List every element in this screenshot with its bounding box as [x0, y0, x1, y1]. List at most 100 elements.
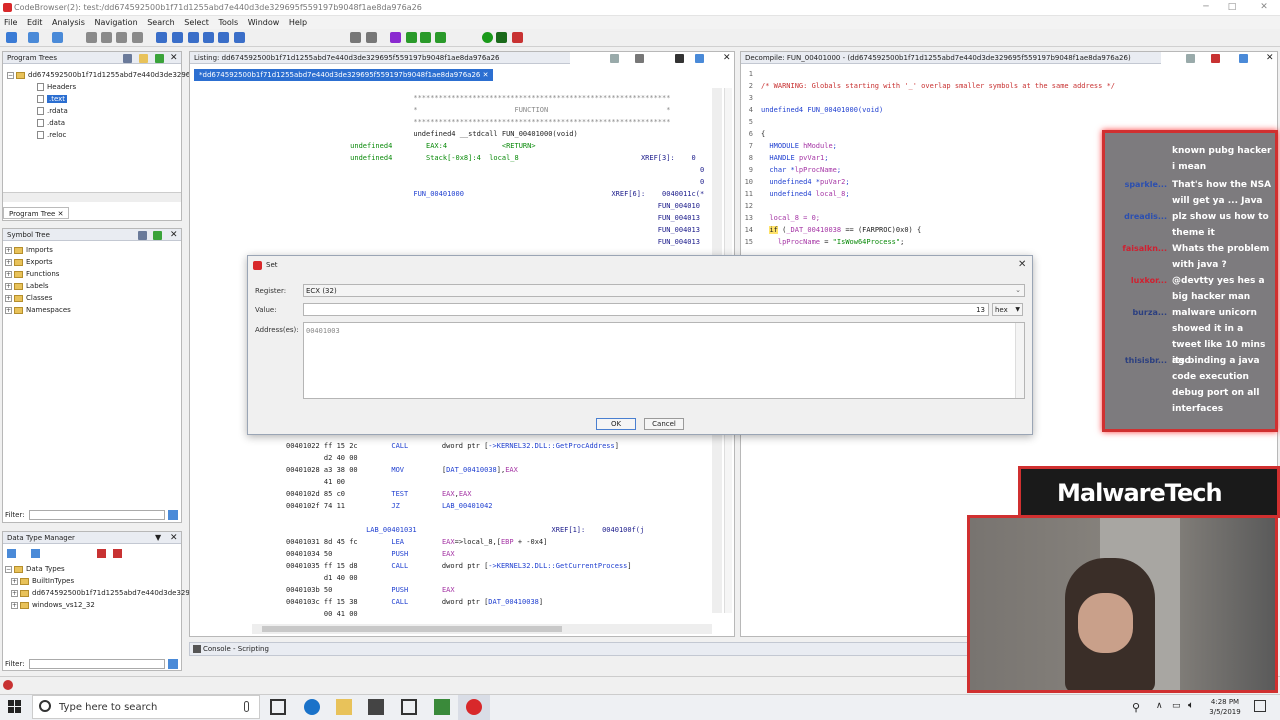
symbol-classes[interactable]: + Classes — [5, 294, 52, 302]
scroll-thumb[interactable] — [262, 626, 562, 632]
nav-icon[interactable] — [116, 32, 127, 43]
green-tool-icon[interactable] — [420, 32, 431, 43]
redo-icon[interactable] — [366, 32, 377, 43]
menu-window[interactable]: Window — [244, 16, 283, 27]
register-select[interactable]: ECX (32) ⌄ — [303, 284, 1025, 297]
expand-icon[interactable]: + — [11, 601, 18, 609]
people-icon[interactable]: ⚲ — [1132, 701, 1140, 714]
tree-item-text[interactable]: .text — [37, 95, 68, 103]
close-icon[interactable]: ✕ — [483, 71, 489, 79]
mail-icon[interactable] — [401, 699, 417, 715]
vertical-scrollbar[interactable] — [1015, 323, 1024, 398]
listing-tool-icon[interactable] — [610, 54, 619, 63]
tray-chevron-icon[interactable]: ∧ — [1156, 701, 1163, 711]
undo-icon[interactable] — [350, 32, 361, 43]
minimize-button[interactable]: ─ — [1196, 2, 1216, 14]
expand-icon[interactable]: + — [5, 270, 12, 278]
volume-icon[interactable]: 🔈︎ — [1188, 700, 1194, 711]
expand-icon[interactable]: + — [5, 258, 12, 266]
refresh-icon[interactable] — [155, 54, 164, 63]
tree-item-reloc[interactable]: .reloc — [37, 131, 66, 139]
dtm-item-program[interactable]: + dd674592500b1f71d1255abd7e440d3de3296 — [11, 589, 194, 597]
task-view-icon[interactable] — [270, 699, 286, 715]
symbol-filter-input[interactable] — [29, 510, 165, 520]
nav-icon[interactable] — [132, 32, 143, 43]
ok-button[interactable]: OK — [596, 418, 636, 430]
close-icon[interactable]: ✕ — [1266, 54, 1275, 63]
expand-icon[interactable]: + — [11, 577, 18, 585]
expand-icon[interactable]: + — [5, 294, 12, 302]
menu-analysis[interactable]: Analysis — [48, 16, 88, 27]
save-icon[interactable] — [6, 32, 17, 43]
file-explorer-icon[interactable] — [336, 699, 352, 715]
function-icon[interactable] — [234, 32, 245, 43]
tab-program-tree[interactable]: Program Tree ✕ — [3, 207, 70, 219]
listing-tool-icon[interactable] — [635, 54, 644, 63]
instruction-icon[interactable] — [172, 32, 183, 43]
tree-item-data[interactable]: .data — [37, 119, 65, 127]
close-icon[interactable]: ✕ — [170, 54, 179, 63]
horizontal-scrollbar[interactable] — [3, 192, 181, 202]
expand-icon[interactable]: + — [11, 589, 18, 597]
forward-icon[interactable] — [52, 32, 63, 43]
symbol-exports[interactable]: + Exports — [5, 258, 53, 266]
tree-item-rdata[interactable]: .rdata — [37, 107, 68, 115]
format-select[interactable]: hex ▼ — [992, 303, 1023, 316]
menu-edit[interactable]: Edit — [23, 16, 46, 27]
expand-icon[interactable]: + — [5, 282, 12, 290]
close-button[interactable]: ✕ — [1254, 2, 1274, 14]
down-arrow-icon[interactable] — [156, 32, 167, 43]
label-icon[interactable] — [218, 32, 229, 43]
symbol-functions[interactable]: + Functions — [5, 270, 59, 278]
expand-icon[interactable]: + — [5, 306, 12, 314]
collapse-icon[interactable]: − — [7, 71, 14, 79]
tab-listing-program[interactable]: *dd674592500b1f71d1255abd7e440d3de329695… — [194, 69, 494, 81]
dtm-item-builtin[interactable]: + BuiltInTypes — [11, 577, 74, 585]
app-icon[interactable] — [434, 699, 450, 715]
tree-item-headers[interactable]: Headers — [37, 83, 76, 91]
ghidra-icon[interactable] — [466, 699, 482, 715]
debug-icon[interactable] — [512, 32, 523, 43]
data-icon[interactable] — [188, 32, 199, 43]
undefined-icon[interactable] — [203, 32, 214, 43]
tree-tool-icon[interactable] — [138, 231, 147, 240]
menu-icon[interactable]: ▼ — [155, 534, 164, 543]
close-icon[interactable]: ✕ — [170, 534, 179, 543]
refresh-icon[interactable] — [153, 231, 162, 240]
back-icon[interactable] — [28, 32, 39, 43]
symbol-imports[interactable]: + Imports — [5, 246, 53, 254]
decompile-tool-icon[interactable] — [1239, 54, 1248, 63]
menu-help[interactable]: Help — [285, 16, 310, 27]
tree-tool-icon[interactable] — [123, 54, 132, 63]
close-icon[interactable]: ✕ — [170, 231, 179, 240]
dtm-root[interactable]: − Data Types — [5, 565, 65, 573]
edge-icon[interactable] — [304, 699, 320, 715]
dialog-close-icon[interactable]: ✕ — [1018, 259, 1026, 270]
check-icon[interactable] — [390, 32, 401, 43]
close-icon[interactable]: ✕ — [58, 210, 64, 218]
decompile-tool-icon[interactable] — [1186, 54, 1195, 63]
run-icon[interactable] — [482, 32, 493, 43]
menu-file[interactable]: File — [0, 16, 20, 27]
symbol-labels[interactable]: + Labels — [5, 282, 49, 290]
maximize-button[interactable]: □ — [1222, 2, 1242, 14]
green-tool-icon[interactable] — [435, 32, 446, 43]
address-textarea[interactable]: 00401003 — [303, 322, 1025, 399]
store-icon[interactable] — [368, 699, 384, 715]
dtm-item-windows[interactable]: + windows_vs12_32 — [11, 601, 95, 609]
taskbar-search-box[interactable]: Type here to search — [32, 695, 260, 719]
tab-console[interactable]: Console - Scripting — [203, 645, 269, 653]
stop-icon[interactable] — [496, 32, 507, 43]
menu-select[interactable]: Select — [180, 16, 212, 27]
dtm-tool-icon[interactable] — [113, 549, 122, 558]
network-icon[interactable]: ▭ — [1172, 701, 1181, 711]
listing-tool-icon[interactable] — [695, 54, 704, 63]
close-icon[interactable]: ✕ — [723, 54, 732, 63]
clock[interactable]: 4:28 PM 3/5/2019 — [1205, 697, 1245, 717]
filter-options-icon[interactable] — [168, 659, 178, 669]
collapse-icon[interactable]: − — [5, 565, 12, 573]
listing-tool-icon[interactable] — [675, 54, 684, 63]
nav-icon[interactable] — [101, 32, 112, 43]
start-button[interactable] — [8, 700, 22, 714]
dtm-filter-input[interactable] — [29, 659, 165, 669]
